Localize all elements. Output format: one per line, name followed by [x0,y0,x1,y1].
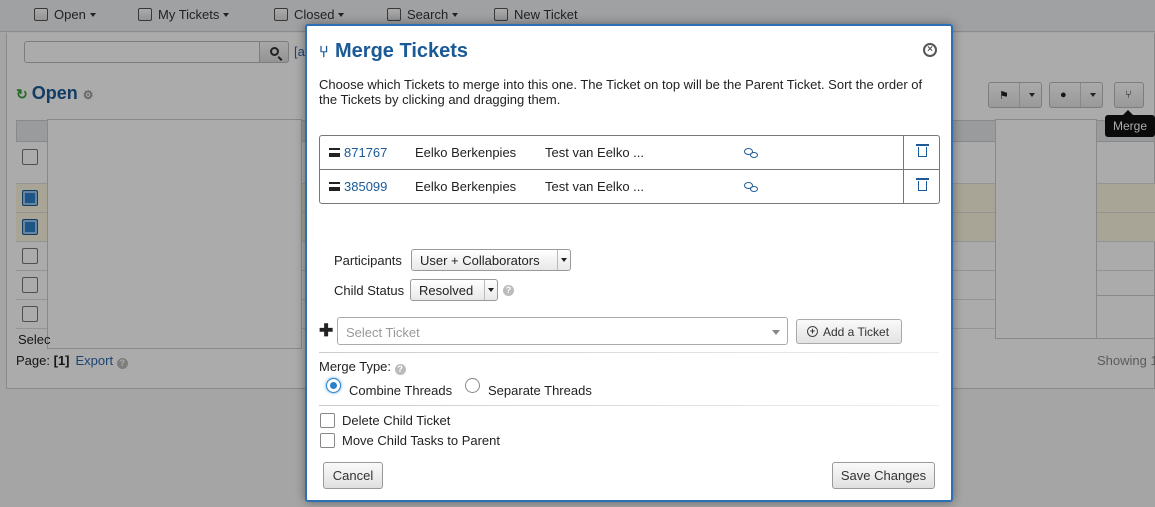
delete-child-checkbox[interactable] [320,413,335,428]
merge-icon: ⑂ [319,44,329,61]
ticket-user-name: Eelko Berkenpies [415,145,517,160]
ticket-subject: Test van Eelko ... [545,179,644,194]
caret-down-icon [557,250,570,270]
remove-ticket-button[interactable] [903,136,939,170]
ticket-user-name: Eelko Berkenpies [415,179,517,194]
child-status-label: Child Status [334,283,405,298]
merge-type-label: Merge Type: ? [319,359,406,375]
ticket-row-child[interactable]: 385099 Eelko Berkenpies Test van Eelko .… [320,170,939,204]
participants-select[interactable]: User + Collaborators [411,249,571,271]
ticket-row-parent[interactable]: 871767 Eelko Berkenpies Test van Eelko .… [320,136,939,170]
plus-circle-icon: + [807,326,818,337]
drag-handle-icon[interactable] [329,148,340,157]
trash-icon [916,144,929,157]
thread-icon [744,146,758,158]
dialog-description: Choose which Tickets to merge into this … [319,77,923,107]
divider [319,405,939,406]
help-icon: ? [503,285,514,296]
merge-ticket-list: 871767 Eelko Berkenpies Test van Eelko .… [319,135,940,204]
combine-threads-label[interactable]: Combine Threads [349,383,452,398]
dialog-title: ⑂ Merge Tickets [319,40,469,62]
ticket-number-link[interactable]: 871767 [344,145,387,160]
child-status-select[interactable]: Resolved [410,279,498,301]
select-ticket-dropdown[interactable]: Select Ticket [337,317,788,345]
move-tasks-label[interactable]: Move Child Tasks to Parent [342,433,500,448]
separate-threads-label[interactable]: Separate Threads [488,383,592,398]
add-ticket-button[interactable]: + Add a Ticket [796,319,902,344]
combine-threads-radio[interactable] [326,378,341,393]
remove-ticket-button[interactable] [903,170,939,204]
save-changes-button[interactable]: Save Changes [832,462,935,489]
participants-label: Participants [334,253,402,268]
trash-icon [916,178,929,191]
merge-tickets-dialog: ⑂ Merge Tickets × Choose which Tickets to… [305,24,953,502]
close-icon[interactable]: × [923,43,937,57]
ticket-subject: Test van Eelko ... [545,145,644,160]
delete-child-label[interactable]: Delete Child Ticket [342,413,450,428]
help-icon: ? [394,364,406,375]
caret-down-icon [772,330,780,335]
caret-down-icon [484,280,497,300]
move-tasks-checkbox[interactable] [320,433,335,448]
drag-handle-icon[interactable] [329,182,340,191]
ticket-number-link[interactable]: 385099 [344,179,387,194]
thread-icon [744,180,758,192]
plus-icon: ✚ [319,321,334,340]
cancel-button[interactable]: Cancel [323,462,383,489]
divider [319,352,939,353]
separate-threads-radio[interactable] [465,378,480,393]
